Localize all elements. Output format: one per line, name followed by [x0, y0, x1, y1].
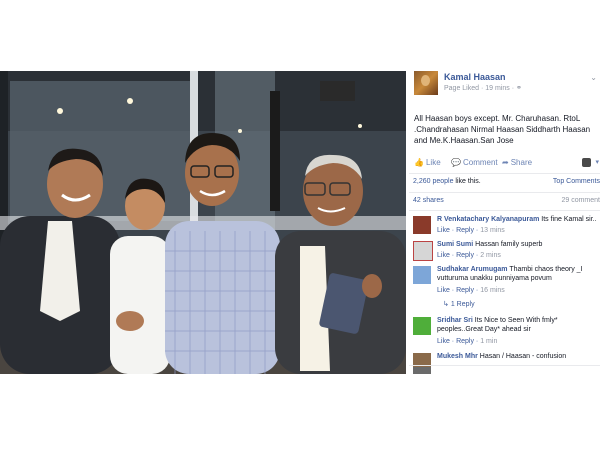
- commenter-face-icon[interactable]: [582, 158, 591, 167]
- share-button[interactable]: ➦ Share: [502, 158, 532, 167]
- comment-bubble-icon: 💬: [451, 158, 461, 167]
- divider: [409, 210, 600, 211]
- post-meta-text: Page Liked · 19 mins ·: [444, 85, 515, 92]
- comment-body: Mukesh Mhr Hasan / Haasan - confusion: [437, 352, 600, 361]
- commenter-avatar[interactable]: [413, 241, 433, 261]
- post-text: All Haasan boys except. Mr. Charuhasan. …: [414, 114, 591, 145]
- post-meta: Page Liked · 19 mins · ⚭: [444, 84, 522, 92]
- comment-time: 13 mins: [480, 227, 505, 234]
- shares-row: 42 shares 29 comment: [413, 197, 600, 209]
- likes-count[interactable]: 2,260 people: [413, 178, 453, 185]
- page-avatar[interactable]: [414, 71, 438, 95]
- comment-body: Sridhar Sri Its Nice to Seen With fmly* …: [437, 316, 600, 334]
- comment-label: Comment: [462, 158, 498, 167]
- commenter-avatar[interactable]: [413, 367, 431, 374]
- comment-time: 2 mins: [480, 252, 501, 259]
- replies-count: 1 Reply: [450, 301, 475, 308]
- commenter-avatar[interactable]: [413, 317, 431, 335]
- comments-count: 29 comment: [561, 197, 600, 204]
- share-label: Share: [510, 158, 533, 167]
- post-panel: Kamal Haasan Page Liked · 19 mins · ⚭ ⌄ …: [409, 71, 600, 374]
- comment-reply-link[interactable]: Reply: [456, 287, 474, 294]
- likes-row: 2,260 people like this. Top Comments: [413, 178, 600, 190]
- chevron-down-icon[interactable]: ⌄: [590, 73, 597, 82]
- photo-illustration: [0, 71, 406, 374]
- comment-reply-link[interactable]: Reply: [456, 227, 474, 234]
- comment-body: Sumi Sumi Hassan family superb: [437, 240, 600, 249]
- like-button[interactable]: 👍 Like: [414, 158, 441, 167]
- commenter-name[interactable]: Sudhakar Arumugam: [437, 266, 508, 273]
- comment-meta: Like · Reply · 16 mins: [437, 287, 505, 294]
- comment-button[interactable]: 💬 Comment: [451, 158, 498, 167]
- commenter-name[interactable]: Mukesh Mhr: [437, 353, 478, 360]
- comment-text: Its fine Kamal sir..: [541, 216, 597, 223]
- comment-time: 16 mins: [480, 287, 505, 294]
- caret-down-icon[interactable]: ▾: [595, 158, 599, 166]
- comment-text: Hasan / Haasan - confusion: [479, 353, 567, 360]
- share-arrow-icon: ➦: [502, 158, 509, 167]
- comment-body: Sudhakar Arumugam Thambi chaos theory _I…: [437, 265, 600, 283]
- commenter-name[interactable]: Sridhar Sri: [437, 317, 473, 324]
- comment-like-link[interactable]: Like: [437, 338, 450, 345]
- comment-body: R Venkatachary Kalyanapuram Its fine Kam…: [437, 215, 600, 224]
- post-header: Kamal Haasan Page Liked · 19 mins · ⚭ ⌄: [414, 71, 600, 101]
- commenter-avatar[interactable]: [413, 216, 431, 234]
- commenter-name[interactable]: R Venkatachary Kalyanapuram: [437, 216, 539, 223]
- post-photo[interactable]: [0, 71, 406, 374]
- top-comments-dropdown[interactable]: Top Comments: [553, 178, 600, 185]
- reply-arrow-icon: ↳: [443, 301, 449, 308]
- comment-text: Hassan family superb: [475, 241, 543, 248]
- view-replies-link[interactable]: ↳ 1 Reply: [443, 300, 475, 308]
- divider: [409, 173, 600, 174]
- comment-like-link[interactable]: Like: [437, 287, 450, 294]
- commenter-name[interactable]: Sumi Sumi: [437, 241, 473, 248]
- comment-like-link[interactable]: Like: [437, 227, 450, 234]
- comment-meta: Like · Reply · 1 min: [437, 338, 498, 345]
- likes-suffix: like this.: [453, 178, 481, 185]
- divider: [409, 365, 600, 366]
- like-thumb-icon: 👍: [414, 158, 424, 167]
- like-label: Like: [425, 158, 441, 167]
- comment-reply-link[interactable]: Reply: [456, 252, 474, 259]
- page-name[interactable]: Kamal Haasan: [444, 72, 506, 82]
- post-actions: 👍 Like 💬 Comment ➦ Share ▾: [414, 158, 600, 170]
- comment-reply-link[interactable]: Reply: [456, 338, 474, 345]
- divider: [409, 192, 600, 193]
- commenter-avatar[interactable]: [413, 266, 431, 284]
- likes-summary[interactable]: 2,260 people like this.: [413, 178, 481, 185]
- comment-meta: Like · Reply · 2 mins: [437, 252, 501, 259]
- shares-link[interactable]: 42 shares: [413, 197, 444, 204]
- comment-time: 1 min: [480, 338, 498, 345]
- comment-meta: Like · Reply · 13 mins: [437, 227, 505, 234]
- comment-like-link[interactable]: Like: [437, 252, 450, 259]
- globe-icon: ⚭: [516, 85, 522, 92]
